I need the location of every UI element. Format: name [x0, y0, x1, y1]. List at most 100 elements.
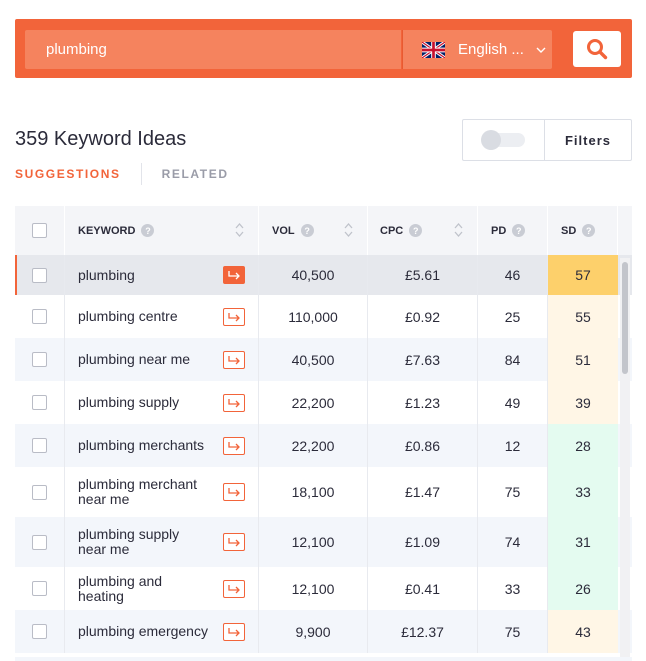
column-pd[interactable]: PD ?	[478, 206, 548, 255]
pd-cell: 25	[478, 295, 548, 338]
tab-suggestions[interactable]: SUGGESTIONS	[15, 167, 121, 181]
scrollbar-thumb[interactable]	[622, 262, 628, 374]
open-keyword-icon[interactable]	[223, 483, 245, 501]
table-row[interactable]: plumbing emergency 9,900 £12.37 75 43	[15, 610, 632, 653]
pd-cell: 75	[478, 467, 548, 517]
help-icon[interactable]: ?	[141, 224, 155, 237]
keyword-text[interactable]: plumbing	[78, 267, 135, 283]
keyword-cell: plumbing	[65, 255, 259, 295]
select-all-checkbox[interactable]	[32, 223, 47, 238]
keyword-text[interactable]: plumbing supply near me	[78, 527, 210, 557]
pd-cell: 33	[478, 567, 548, 610]
column-keyword[interactable]: KEYWORD ?	[65, 206, 259, 255]
sd-cell: 55	[548, 295, 618, 338]
keyword-cell: plumbing and heating	[65, 567, 259, 610]
sd-cell: 26	[548, 567, 618, 610]
tabs: SUGGESTIONS RELATED	[15, 162, 229, 186]
open-keyword-icon[interactable]	[223, 266, 245, 284]
open-keyword-icon[interactable]	[223, 307, 245, 326]
keyword-text[interactable]: plumbing merchants	[78, 438, 204, 453]
keyword-text[interactable]: plumbing supply	[78, 395, 179, 410]
table-row[interactable]: plumbing supply 22,200 £1.23 49 39	[15, 381, 632, 424]
row-checkbox[interactable]	[32, 395, 47, 410]
row-checkbox-cell	[15, 467, 65, 517]
help-icon[interactable]: ?	[300, 224, 314, 237]
open-keyword-icon[interactable]	[223, 533, 245, 551]
vol-cell: 110,000	[259, 295, 368, 338]
cpc-cell: £12.37	[368, 610, 478, 653]
keyword-text[interactable]: plumbing emergency	[78, 624, 208, 639]
scrollbar[interactable]	[620, 258, 630, 661]
language-select[interactable]: English ...	[402, 30, 552, 69]
column-cpc-label: CPC	[380, 224, 404, 237]
table-row[interactable]: plumbing supply near me 12,100 £1.09 74 31	[15, 517, 632, 567]
row-checkbox[interactable]	[32, 438, 47, 453]
keyword-cell: plumbing merchant near me	[65, 467, 259, 517]
column-sd[interactable]: SD ?	[548, 206, 618, 255]
column-vol[interactable]: VOL ?	[259, 206, 368, 255]
vol-cell: 12,100	[259, 567, 368, 610]
row-checkbox[interactable]	[32, 534, 47, 550]
toggle-knob	[480, 130, 501, 150]
pd-cell: 84	[478, 338, 548, 381]
table-body: plumbing 40,500 £5.61 46 57 plumbing centre 11…	[15, 255, 632, 653]
column-cpc[interactable]: CPC ?	[368, 206, 478, 255]
row-checkbox[interactable]	[32, 624, 47, 639]
row-checkbox[interactable]	[32, 267, 47, 283]
row-checkbox-cell	[15, 295, 65, 338]
search-input[interactable]	[25, 30, 401, 69]
open-keyword-icon[interactable]	[223, 393, 245, 412]
tab-related[interactable]: RELATED	[162, 167, 229, 181]
filters-button[interactable]: Filters	[545, 120, 631, 160]
uk-flag-icon	[422, 41, 445, 58]
table-row[interactable]: plumbing and heating 12,100 £0.41 33 26	[15, 567, 632, 610]
row-checkbox[interactable]	[32, 309, 47, 324]
column-keyword-label: KEYWORD	[78, 224, 136, 237]
sd-cell: 57	[548, 255, 618, 295]
table-row[interactable]: plumbing merchants 22,200 £0.86 12 28	[15, 424, 632, 467]
sd-cell: 43	[548, 610, 618, 653]
search-button[interactable]	[573, 31, 621, 67]
table-row[interactable]: plumbing merchant near me 18,100 £1.47 75 33	[15, 467, 632, 517]
table-row[interactable]: plumbing 40,500 £5.61 46 57	[15, 255, 632, 295]
keyword-cell: plumbing supply	[65, 381, 259, 424]
row-checkbox[interactable]	[32, 484, 47, 500]
row-checkbox[interactable]	[32, 581, 47, 596]
sd-cell: 51	[548, 338, 618, 381]
open-keyword-icon[interactable]	[223, 350, 245, 369]
keyword-text[interactable]: plumbing and heating	[78, 573, 210, 604]
row-checkbox-cell	[15, 610, 65, 653]
sort-icon[interactable]	[235, 222, 244, 238]
keyword-text[interactable]: plumbing merchant near me	[78, 477, 210, 507]
search-icon	[587, 39, 608, 60]
pd-cell: 74	[478, 517, 548, 567]
open-keyword-icon[interactable]	[223, 436, 245, 455]
vol-cell: 12,100	[259, 517, 368, 567]
filter-toggle-cell	[463, 120, 545, 160]
sd-cell: 31	[548, 517, 618, 567]
keyword-cell: plumbing centre	[65, 295, 259, 338]
help-icon[interactable]: ?	[582, 224, 596, 237]
filter-toggle[interactable]	[480, 130, 525, 150]
row-checkbox[interactable]	[32, 352, 47, 367]
vol-cell: 18,100	[259, 467, 368, 517]
help-icon[interactable]: ?	[512, 224, 526, 237]
cpc-cell: £0.86	[368, 424, 478, 467]
open-keyword-icon[interactable]	[223, 579, 245, 598]
sort-icon[interactable]	[344, 222, 353, 238]
pd-cell: 12	[478, 424, 548, 467]
help-icon[interactable]: ?	[409, 224, 423, 237]
table-row[interactable]: plumbing centre 110,000 £0.92 25 55	[15, 295, 632, 338]
row-checkbox-cell	[15, 338, 65, 381]
sd-cell: 28	[548, 424, 618, 467]
keyword-text[interactable]: plumbing centre	[78, 309, 178, 324]
sort-icon[interactable]	[454, 222, 463, 238]
cpc-cell: £1.09	[368, 517, 478, 567]
keyword-text[interactable]: plumbing near me	[78, 352, 190, 367]
cpc-cell: £1.47	[368, 467, 478, 517]
cpc-cell: £5.61	[368, 255, 478, 295]
open-keyword-icon[interactable]	[223, 622, 245, 641]
column-vol-label: VOL	[272, 224, 295, 237]
cpc-cell: £0.41	[368, 567, 478, 610]
table-row[interactable]: plumbing near me 40,500 £7.63 84 51	[15, 338, 632, 381]
